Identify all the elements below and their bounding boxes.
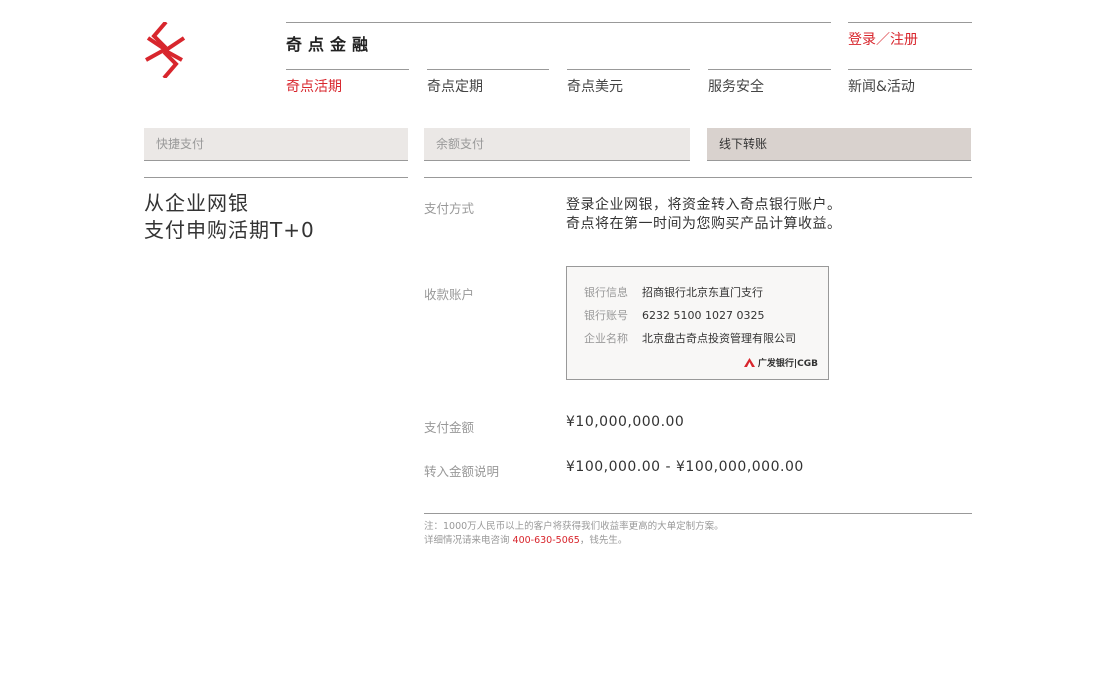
payment-method-text: 登录企业网银，将资金转入奇点银行账户。 奇点将在第一时间为您购买产品计算收益。: [566, 196, 842, 234]
nav-item-usd[interactable]: 奇点美元: [567, 69, 690, 109]
transfer-range-value: ¥100,000.00 - ¥100,000,000.00: [566, 459, 804, 475]
payment-amount-value: ¥10,000,000.00: [566, 414, 685, 430]
page-title: 从企业网银 支付申购活期T+0: [144, 190, 315, 244]
company-name-value: 北京盘古奇点投资管理有限公司: [642, 332, 796, 345]
note-divider: [424, 513, 972, 514]
receiving-account-label: 收款账户: [424, 287, 475, 302]
bank-info-row: 银行信息 招商银行北京东直门支行: [584, 284, 763, 300]
payment-method-line-2: 奇点将在第一时间为您购买产品计算收益。: [566, 216, 842, 232]
note-line-2-suffix: ，钱先生。: [579, 535, 628, 546]
title-line-1: 从企业网银: [144, 191, 249, 215]
tab-offline-transfer[interactable]: 线下转账: [707, 128, 971, 161]
nav-item-fixed[interactable]: 奇点定期: [427, 69, 549, 109]
title-line-2: 支付申购活期T+0: [144, 218, 315, 242]
footer-note: 注：1000万人民币以上的客户将获得我们收益率更高的大单定制方案。 详细情况请来…: [424, 520, 724, 548]
login-register-link[interactable]: 登录／注册: [848, 29, 918, 49]
note-line-1: 注：1000万人民币以上的客户将获得我们收益率更高的大单定制方案。: [424, 521, 724, 532]
account-number-value: 6232 5100 1027 0325: [642, 309, 765, 322]
company-name-row: 企业名称 北京盘古奇点投资管理有限公司: [584, 330, 796, 346]
note-line-2-prefix: 详细情况请来电咨询: [424, 535, 513, 546]
tab-quick-pay[interactable]: 快捷支付: [144, 128, 408, 161]
nav-item-security[interactable]: 服务安全: [708, 69, 831, 109]
payment-method-line-1: 登录企业网银，将资金转入奇点银行账户。: [566, 197, 842, 213]
nav-item-news[interactable]: 新闻&活动: [848, 69, 972, 109]
bank-info-key: 银行信息: [584, 286, 628, 299]
section-divider-left: [144, 177, 408, 178]
cgb-logo-icon: [743, 358, 755, 367]
brand-logo[interactable]: [144, 22, 186, 78]
phone-number-link[interactable]: 400-630-5065: [513, 535, 580, 546]
section-divider-right: [424, 177, 972, 178]
payment-amount-label: 支付金额: [424, 420, 475, 435]
transfer-range-label: 转入金额说明: [424, 464, 500, 479]
tab-balance-pay[interactable]: 余额支付: [424, 128, 690, 161]
account-number-row: 银行账号 6232 5100 1027 0325: [584, 307, 764, 323]
account-number-key: 银行账号: [584, 309, 628, 322]
nav-item-current[interactable]: 奇点活期: [286, 69, 409, 109]
note-line-2: 详细情况请来电咨询 400-630-5065，钱先生。: [424, 534, 724, 548]
header-divider: [286, 22, 831, 23]
payment-method-label: 支付方式: [424, 201, 475, 216]
account-card: 银行信息 招商银行北京东直门支行 银行账号 6232 5100 1027 0325 …: [566, 266, 829, 380]
bank-info-value: 招商银行北京东直门支行: [642, 286, 763, 299]
brand-name: 奇点金融: [286, 35, 375, 54]
company-name-key: 企业名称: [584, 332, 628, 345]
cgb-bank-logo: 广发银行|CGB: [743, 356, 818, 369]
login-divider: [848, 22, 972, 23]
cgb-logo-text: 广发银行|CGB: [757, 359, 818, 369]
